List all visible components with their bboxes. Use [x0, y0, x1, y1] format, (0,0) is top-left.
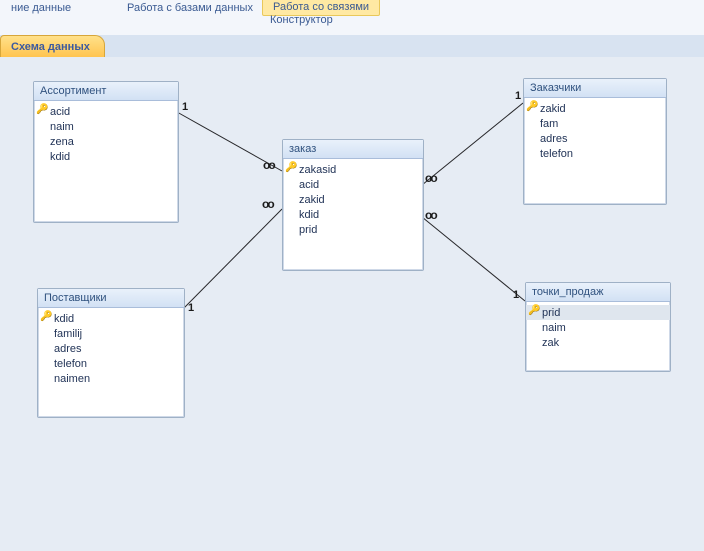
field[interactable]: zakid	[283, 192, 423, 207]
card-1: 1	[188, 302, 194, 314]
app-window: ние данные Работа с базами данных Работа…	[0, 0, 704, 551]
field[interactable]: telefon	[38, 356, 184, 371]
field[interactable]: kdid	[283, 207, 423, 222]
table-title[interactable]: точки_продаж	[526, 283, 670, 302]
field[interactable]: zena	[34, 134, 178, 149]
field[interactable]: adres	[524, 131, 666, 146]
table-assortment[interactable]: Ассортимент acid naim zena kdid	[33, 81, 179, 223]
card-1: 1	[182, 101, 188, 113]
field[interactable]: acid	[34, 104, 178, 119]
field[interactable]: naim	[34, 119, 178, 134]
field[interactable]: acid	[283, 177, 423, 192]
table-body: zakid fam adres telefon	[524, 98, 666, 164]
field[interactable]: adres	[38, 341, 184, 356]
field[interactable]: zak	[526, 335, 670, 350]
field[interactable]: kdid	[38, 311, 184, 326]
card-many: oo	[425, 208, 436, 222]
field[interactable]: zakasid	[283, 162, 423, 177]
card-1: 1	[515, 90, 521, 102]
table-title[interactable]: Ассортимент	[34, 82, 178, 101]
ribbon-group-left[interactable]: ние данные	[0, 0, 82, 16]
field[interactable]: zakid	[524, 101, 666, 116]
ribbon-group-databases[interactable]: Работа с базами данных	[116, 0, 264, 16]
table-title[interactable]: Поставщики	[38, 289, 184, 308]
field[interactable]: naimen	[38, 371, 184, 386]
field[interactable]: kdid	[34, 149, 178, 164]
table-sales-points[interactable]: точки_продаж prid naim zak	[525, 282, 671, 372]
table-suppliers[interactable]: Поставщики kdid familij adres telefon na…	[37, 288, 185, 418]
table-body: kdid familij adres telefon naimen	[38, 308, 184, 389]
field[interactable]: prid	[526, 305, 670, 320]
ribbon: ние данные Работа с базами данных Работа…	[0, 0, 704, 36]
table-body: acid naim zena kdid	[34, 101, 178, 167]
field[interactable]: familij	[38, 326, 184, 341]
table-body: zakasid acid zakid kdid prid	[283, 159, 423, 240]
tab-bar: Схема данных	[0, 35, 704, 58]
field[interactable]: naim	[526, 320, 670, 335]
relationship-canvas[interactable]: 1 oo 1 oo 1 oo oo 1 Ассортимент acid nai…	[0, 57, 704, 551]
table-customers[interactable]: Заказчики zakid fam adres telefon	[523, 78, 667, 205]
table-title[interactable]: Заказчики	[524, 79, 666, 98]
tab-schema[interactable]: Схема данных	[0, 35, 105, 58]
field[interactable]: prid	[283, 222, 423, 237]
card-1: 1	[513, 289, 519, 301]
table-title[interactable]: заказ	[283, 140, 423, 159]
field[interactable]: telefon	[524, 146, 666, 161]
card-many: oo	[262, 197, 273, 211]
ribbon-cmd-designer[interactable]: Конструктор	[270, 14, 333, 26]
card-many: oo	[263, 158, 274, 172]
field[interactable]: fam	[524, 116, 666, 131]
card-many: oo	[425, 171, 436, 185]
table-body: prid naim zak	[526, 302, 670, 353]
table-order[interactable]: заказ zakasid acid zakid kdid prid	[282, 139, 424, 271]
